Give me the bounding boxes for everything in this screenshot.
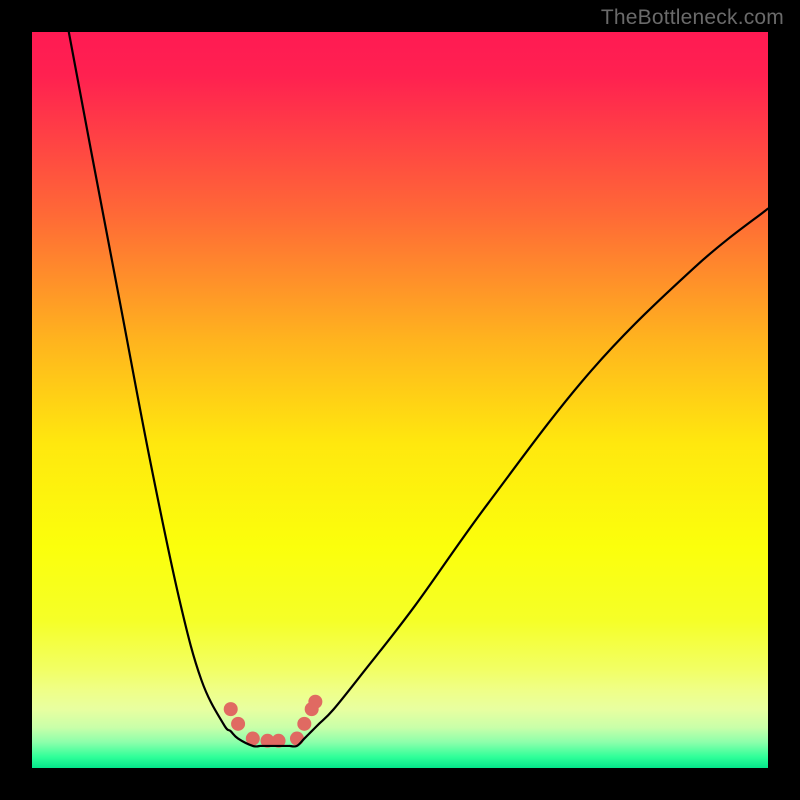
plot-area <box>32 32 768 768</box>
chart-frame: TheBottleneck.com <box>0 0 800 800</box>
highlight-dot <box>290 732 304 746</box>
watermark-text: TheBottleneck.com <box>601 6 784 30</box>
highlight-dot <box>224 702 238 716</box>
highlight-dot <box>297 717 311 731</box>
curve-layer <box>32 32 768 768</box>
highlight-dot <box>231 717 245 731</box>
highlight-dot <box>308 695 322 709</box>
curve-left-arm <box>69 32 260 747</box>
curve-right-arm <box>290 209 768 747</box>
